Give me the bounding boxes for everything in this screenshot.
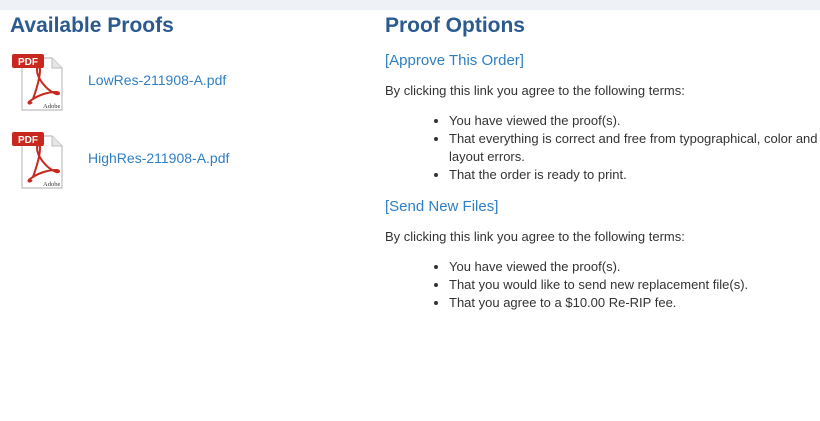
approve-order-link[interactable]: [Approve This Order] bbox=[385, 52, 524, 69]
list-item: You have viewed the proof(s). bbox=[449, 112, 820, 130]
svg-text:Adobe: Adobe bbox=[43, 181, 60, 188]
available-proofs-panel: Available Proofs Adobe PDF LowRes-211908… bbox=[10, 14, 350, 208]
list-item: That the order is ready to print. bbox=[449, 166, 820, 184]
approve-terms-intro: By clicking this link you agree to the f… bbox=[385, 83, 685, 98]
available-proofs-title: Available Proofs bbox=[10, 14, 174, 37]
svg-text:PDF: PDF bbox=[18, 135, 38, 146]
proof-file-item[interactable]: Adobe PDF HighRes-211908-A.pdf bbox=[10, 130, 350, 192]
proof-options-title: Proof Options bbox=[385, 14, 525, 37]
list-item: That everything is correct and free from… bbox=[449, 130, 820, 166]
send-new-files-link[interactable]: [Send New Files] bbox=[385, 198, 498, 215]
svg-text:PDF: PDF bbox=[18, 57, 38, 68]
send-terms-list: You have viewed the proof(s). That you w… bbox=[385, 258, 820, 312]
list-item: That you agree to a $10.00 Re-RIP fee. bbox=[449, 294, 820, 312]
send-terms-intro: By clicking this link you agree to the f… bbox=[385, 229, 685, 244]
pdf-file-icon[interactable]: Adobe PDF bbox=[10, 130, 72, 192]
list-item: You have viewed the proof(s). bbox=[449, 258, 820, 276]
approve-terms-list: You have viewed the proof(s). That every… bbox=[385, 112, 820, 184]
svg-text:Adobe: Adobe bbox=[43, 103, 60, 110]
proof-file-item[interactable]: Adobe PDF LowRes-211908-A.pdf bbox=[10, 52, 350, 114]
top-strip bbox=[0, 0, 820, 10]
list-item: That you would like to send new replacem… bbox=[449, 276, 820, 294]
pdf-link-lowres[interactable]: LowRes-211908-A.pdf bbox=[88, 72, 226, 88]
pdf-link-highres[interactable]: HighRes-211908-A.pdf bbox=[88, 150, 229, 166]
proof-options-panel: Proof Options [Approve This Order] By cl… bbox=[385, 14, 820, 326]
pdf-file-icon[interactable]: Adobe PDF bbox=[10, 52, 72, 114]
